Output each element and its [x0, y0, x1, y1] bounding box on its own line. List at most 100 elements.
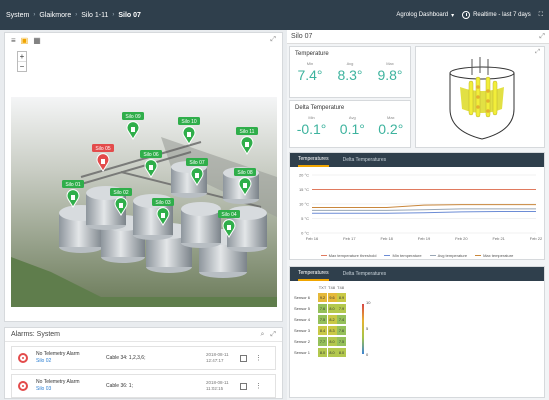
silo-label: Silo 02 [113, 190, 129, 196]
heatmap-cell[interactable]: 8.9 [337, 293, 346, 302]
tab-temperatures[interactable]: Temperatures [298, 153, 329, 167]
series-line [312, 208, 536, 211]
silo-glyph-icon [101, 159, 105, 164]
breadcrumb-site[interactable]: Glaikmore [39, 12, 71, 19]
temperature-chart-card: Temperatures Delta Temperatures 20 °C 15 … [289, 152, 545, 260]
expand-icon[interactable]: ⤢ [535, 49, 540, 56]
silo-3d-card: ⤢ [415, 46, 545, 148]
heatmap-header: TXT T48 T48 [318, 285, 347, 292]
y-tick-label: 15 °C [299, 187, 309, 192]
fullscreen-icon[interactable]: ⛶ [539, 12, 543, 19]
time-range-selector[interactable]: Realtime - last 7 days [462, 11, 531, 19]
alarm-row[interactable]: No Telemetry Alarm Silo 03 Cable 36: 1; … [11, 374, 276, 398]
zoom-control: + − [17, 51, 27, 72]
chevron-right-icon: › [33, 12, 36, 18]
scale-mid-label: 5 [366, 326, 369, 331]
silo-label: Silo 03 [155, 200, 171, 206]
heatmap-cell[interactable]: 8.0 [327, 337, 337, 346]
clock-icon [462, 11, 471, 19]
silo-glyph-icon [131, 127, 135, 132]
zoom-out-button[interactable]: − [18, 62, 26, 71]
color-scale [362, 304, 364, 354]
legend-label: Avg temperature [437, 253, 468, 258]
heatmap-row: Sensor 5 7.6 8.0 7.9 [294, 303, 347, 314]
more-vertical-icon[interactable]: ⋮ [255, 354, 262, 362]
legend-label: Min temperature [392, 253, 422, 258]
heatmap-cell[interactable]: 8.0 [337, 348, 346, 357]
heatmap-cell[interactable]: 7.5 [337, 337, 346, 346]
breadcrumb-group[interactable]: Silo 1-11 [81, 12, 108, 19]
heatmap-cell[interactable]: 8.0 [318, 348, 327, 357]
silo-glyph-icon [243, 183, 247, 188]
heatmap-cell[interactable]: 7.7 [318, 337, 327, 346]
alarm-acknowledge-checkbox[interactable] [240, 354, 247, 362]
dashboard-dropdown[interactable]: Agrolog Dashboard ▾ [396, 12, 454, 19]
more-vertical-icon[interactable]: ⋮ [255, 382, 262, 390]
tab-delta-temperatures[interactable]: Delta Temperatures [343, 157, 387, 163]
map-panel: ≡ ▣ ▦ ⤢ + − Silo 01 Silo 02 Silo 03 Silo… [4, 32, 283, 322]
tab-temperatures[interactable]: Temperatures [298, 267, 329, 281]
heatmap-row: Sensor 2 7.7 8.0 7.5 [294, 336, 347, 347]
grid-icon[interactable]: ▦ [33, 36, 41, 45]
expand-icon[interactable]: ⤢ [270, 36, 276, 44]
alarm-silo-link[interactable]: Silo 03 [36, 386, 106, 393]
delta-max: 0.2° [378, 121, 404, 137]
list-icon[interactable]: ≡ [11, 36, 16, 45]
heatmap-cell[interactable]: 8.3 [327, 326, 337, 335]
alarms-panel: Alarms: System ⌕ ⤢ No Telemetry Alarm Si… [4, 327, 283, 399]
legend-item[interactable]: Max temperature [475, 253, 513, 258]
legend-item[interactable]: Max temperature threshold [320, 253, 377, 258]
expand-icon[interactable]: ⤢ [539, 33, 545, 41]
heatmap-column-label: TXT [318, 285, 327, 290]
chevron-down-icon: ▾ [451, 12, 455, 19]
heatmap-cell[interactable]: 9.2 [318, 293, 327, 302]
legend-label: Max temperature threshold [328, 253, 377, 258]
alarm-silo-link[interactable]: Silo 02 [36, 358, 106, 365]
search-icon[interactable]: ⌕ [260, 331, 264, 339]
heatmap-row: Sensor 3 8.4 8.3 7.6 [294, 325, 347, 336]
legend-item[interactable]: Min temperature [384, 253, 422, 258]
heatmap-cell[interactable]: 8.0 [327, 348, 337, 357]
heatmap-cell[interactable]: 7.5 [318, 315, 327, 324]
heatmap-cell[interactable]: 7.6 [337, 326, 346, 335]
x-tick-label: Feb 16 [306, 236, 319, 241]
heatmap-column-label: T48 [328, 285, 335, 290]
silo-label: Silo 01 [65, 182, 81, 188]
temperature-max: 9.8° [377, 67, 403, 83]
breadcrumb: System › Glaikmore › Silo 1-11 › Silo 07 [6, 12, 141, 19]
sensor-heatmap-card: Temperatures Delta Temperatures TXT T48 T4… [289, 266, 545, 398]
legend-swatch [384, 255, 391, 257]
heatmap-cell[interactable]: 9.6 [327, 293, 337, 302]
legend-item[interactable]: Avg temperature [429, 253, 468, 258]
legend-label: Max temperature [483, 253, 514, 258]
series-line [312, 204, 536, 208]
map-view-icon[interactable]: ▣ [21, 36, 29, 45]
alarm-acknowledge-checkbox[interactable] [240, 382, 247, 390]
scale-max-label: 10 [366, 300, 371, 305]
avg-label: Avg [346, 61, 354, 66]
alarm-name: No Telemetry Alarm [36, 379, 80, 385]
avg-label: Avg [348, 115, 356, 120]
temperature-min: 7.4° [297, 67, 323, 83]
silo-label: Silo 09 [125, 114, 141, 120]
heatmap-row: Sensor 4 7.5 8.2 7.4 [294, 314, 347, 325]
heatmap-cell[interactable]: 7.6 [318, 304, 327, 313]
min-label: Min [306, 61, 314, 66]
heatmap-column-label: T48 [337, 285, 344, 290]
x-tick-label: Feb 22 [530, 236, 543, 241]
heatmap-cell[interactable]: 8.0 [327, 304, 337, 313]
tab-delta-temperatures[interactable]: Delta Temperatures [343, 271, 387, 277]
temperature-line-chart: 20 °C 15 °C 10 °C 5 °C 0 °CFeb 16 Feb 17 Feb 1… [299, 173, 543, 242]
expand-icon[interactable]: ⤢ [270, 331, 276, 339]
alarm-description: Cable 34: 1,2,3,6; [106, 355, 146, 361]
heatmap-cell[interactable]: 7.9 [337, 304, 346, 313]
silo-label: Silo 11 [240, 129, 255, 135]
breadcrumb-system[interactable]: System [6, 12, 29, 19]
heatmap-cell[interactable]: 8.4 [318, 326, 327, 335]
alarm-row[interactable]: No Telemetry Alarm Silo 02 Cable 34: 1,2… [11, 346, 276, 370]
heatmap-cell[interactable]: 7.4 [337, 315, 346, 324]
silo-3d-view [449, 57, 515, 140]
zoom-in-button[interactable]: + [18, 52, 26, 62]
silo-label: Silo 10 [181, 119, 197, 125]
heatmap-cell[interactable]: 8.2 [327, 315, 337, 324]
